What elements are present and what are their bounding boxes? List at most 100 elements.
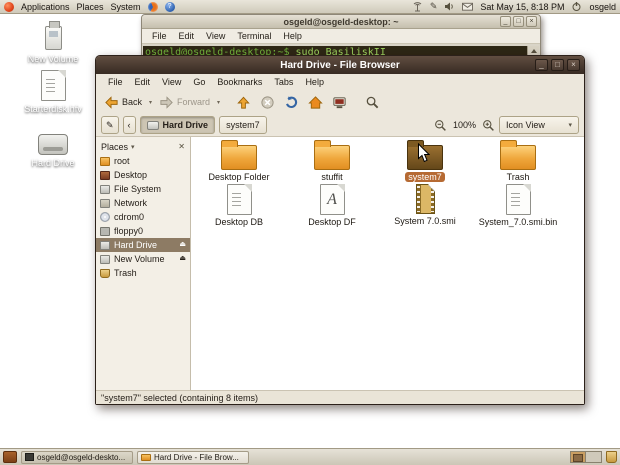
terminal-menu-view[interactable]: View	[200, 31, 231, 41]
menu-edit[interactable]: Edit	[129, 77, 157, 87]
file-trash[interactable]: Trash	[474, 139, 562, 182]
workspace-2[interactable]	[586, 452, 601, 462]
search-button[interactable]	[362, 94, 383, 111]
home-button[interactable]	[305, 94, 326, 111]
terminal-menu-file[interactable]: File	[146, 31, 173, 41]
view-mode-select[interactable]: Icon View ▾	[499, 116, 579, 134]
menu-file[interactable]: File	[102, 77, 129, 87]
file-browser-window[interactable]: Hard Drive - File Browser _ □ × File Edi…	[95, 55, 585, 405]
file-stuffit[interactable]: stuffit	[288, 139, 376, 182]
reload-icon	[286, 95, 298, 108]
menu-view[interactable]: View	[156, 77, 187, 87]
sidebar-item-network[interactable]: Network	[96, 196, 190, 210]
sidebar-header-label: Places	[101, 141, 129, 152]
menu-help[interactable]: Help	[299, 77, 330, 87]
zoom-out-icon[interactable]	[434, 119, 447, 132]
film-icon	[415, 184, 435, 214]
usb-drive-icon	[44, 21, 62, 50]
menu-bookmarks[interactable]: Bookmarks	[211, 77, 268, 87]
terminal-icon	[25, 453, 34, 461]
eject-icon[interactable]: ⏏	[179, 241, 186, 249]
power-icon[interactable]	[571, 1, 582, 12]
file-icon-view[interactable]: Desktop Folder stuffit system7 Trash Des…	[191, 137, 584, 390]
forward-history-dropdown[interactable]: ▾	[216, 99, 221, 106]
network-tray-icon[interactable]	[412, 1, 423, 12]
zoom-in-icon[interactable]	[482, 119, 495, 132]
file-system-70-smi-bin[interactable]: System_7.0.smi.bin	[474, 184, 562, 227]
menu-places[interactable]: Places	[77, 2, 104, 12]
back-button[interactable]: Back	[101, 94, 145, 111]
maximize-button[interactable]: □	[513, 16, 524, 27]
computer-icon	[333, 96, 346, 108]
input-method-tray-icon[interactable]: ✎	[430, 1, 438, 12]
breadcrumb-scroll-left-button[interactable]: ‹	[122, 116, 136, 134]
sidebar-item-new-volume[interactable]: New Volume ⏏	[96, 252, 190, 266]
firefox-launcher-icon[interactable]	[147, 1, 158, 12]
stop-button[interactable]	[257, 94, 278, 111]
document-a-icon: A	[319, 184, 345, 215]
close-button[interactable]: ×	[567, 59, 580, 71]
scroll-up-arrow-icon[interactable]	[530, 49, 537, 53]
workspace-1[interactable]	[571, 452, 586, 462]
breadcrumb-system7[interactable]: system7	[219, 116, 267, 134]
floppy-icon	[100, 226, 110, 236]
reload-button[interactable]	[281, 94, 302, 111]
up-button[interactable]	[233, 94, 254, 111]
document-icon	[226, 184, 252, 215]
menu-applications[interactable]: Applications	[21, 2, 70, 12]
bottom-panel: osgeld@osgeld-deskto... Hard Drive - Fil…	[0, 448, 620, 465]
status-bar: "system7" selected (containing 8 items)	[96, 390, 584, 404]
user-menu[interactable]: osgeld	[589, 2, 616, 12]
desktop-icon-hard-drive[interactable]: Hard Drive	[15, 134, 91, 168]
terminal-titlebar[interactable]: osgeld@osgeld-desktop: ~ _ □ ×	[142, 15, 540, 29]
back-history-dropdown[interactable]: ▾	[148, 99, 153, 106]
file-browser-titlebar[interactable]: Hard Drive - File Browser _ □ ×	[96, 56, 584, 74]
minimize-button[interactable]: _	[535, 59, 548, 71]
forward-button[interactable]: Forward	[156, 94, 213, 111]
close-button[interactable]: ×	[526, 16, 537, 27]
maximize-button[interactable]: □	[551, 59, 564, 71]
terminal-menu-edit[interactable]: Edit	[173, 31, 201, 41]
show-desktop-button[interactable]	[3, 451, 17, 463]
taskbar-item-file-browser[interactable]: Hard Drive - File Brow...	[137, 450, 249, 464]
workspace-switcher[interactable]	[570, 451, 602, 463]
sidebar-header[interactable]: Places ▾ ✕	[96, 139, 190, 154]
menu-tabs[interactable]: Tabs	[268, 77, 299, 87]
file-desktop-db[interactable]: Desktop DB	[195, 184, 283, 227]
file-desktop-df[interactable]: A Desktop DF	[288, 184, 376, 227]
desktop-icon-starterdisk[interactable]: Starterdisk.hfv	[15, 70, 91, 114]
sidebar-item-file-system[interactable]: File System	[96, 182, 190, 196]
help-launcher-icon[interactable]: ?	[164, 1, 175, 12]
sidebar-item-floppy0[interactable]: floppy0	[96, 224, 190, 238]
trash-applet-icon[interactable]	[606, 451, 617, 463]
taskbar-item-terminal[interactable]: osgeld@osgeld-deskto...	[21, 450, 133, 464]
breadcrumb-hard-drive[interactable]: Hard Drive	[139, 116, 216, 134]
network-icon	[100, 198, 110, 208]
menu-system[interactable]: System	[111, 2, 141, 12]
desktop-icon-new-volume[interactable]: New Volume	[15, 20, 91, 65]
sidebar-item-hard-drive[interactable]: Hard Drive ⏏	[96, 238, 190, 252]
folder-icon	[500, 140, 536, 170]
file-desktop-folder[interactable]: Desktop Folder	[195, 139, 283, 182]
search-icon	[366, 96, 379, 108]
terminal-menu-terminal[interactable]: Terminal	[231, 31, 277, 41]
edit-location-button[interactable]: ✎	[101, 116, 119, 134]
sidebar-item-root[interactable]: root	[96, 154, 190, 168]
sidebar-item-trash[interactable]: Trash	[96, 266, 190, 280]
home-icon	[308, 95, 323, 109]
mail-tray-icon[interactable]	[462, 1, 474, 12]
terminal-title: osgeld@osgeld-desktop: ~	[283, 16, 399, 27]
computer-button[interactable]	[329, 94, 350, 111]
sidebar-item-cdrom0[interactable]: cdrom0	[96, 210, 190, 224]
clock[interactable]: Sat May 15, 8:18 PM	[480, 2, 564, 12]
menu-go[interactable]: Go	[187, 77, 211, 87]
file-browser-title: Hard Drive - File Browser	[280, 59, 400, 71]
eject-icon[interactable]: ⏏	[179, 255, 186, 263]
terminal-menu-help[interactable]: Help	[277, 31, 308, 41]
sidebar-item-desktop[interactable]: Desktop	[96, 168, 190, 182]
minimize-button[interactable]: _	[500, 16, 511, 27]
file-system-70-smi[interactable]: System 7.0.smi	[381, 184, 469, 226]
sidebar-close-icon[interactable]: ✕	[178, 142, 185, 151]
ubuntu-logo-icon[interactable]	[4, 1, 14, 12]
volume-tray-icon[interactable]	[444, 1, 455, 12]
